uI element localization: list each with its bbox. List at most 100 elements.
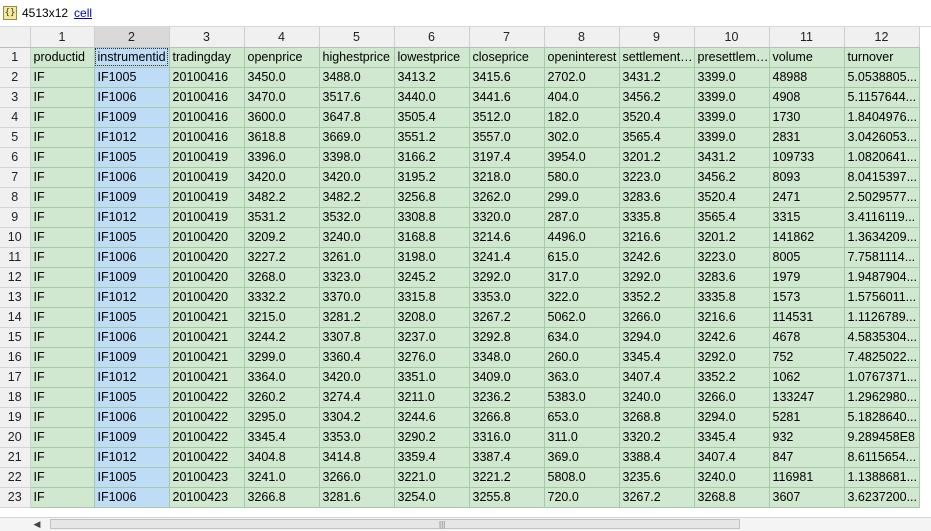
table-cell[interactable]: IF <box>30 107 95 128</box>
table-cell[interactable]: 8005 <box>769 247 845 268</box>
table-cell[interactable]: 1.8404976... <box>844 107 920 128</box>
table-cell[interactable]: 3413.2 <box>394 67 470 88</box>
table-cell[interactable]: 3266.0 <box>319 467 395 488</box>
table-cell[interactable]: 3551.2 <box>394 127 470 148</box>
column-header[interactable]: 8 <box>544 27 620 48</box>
table-cell[interactable]: 3241.4 <box>469 247 545 268</box>
table-cell[interactable]: IF1005 <box>94 147 170 168</box>
table-cell[interactable]: 3256.8 <box>394 187 470 208</box>
table-cell[interactable]: IF1005 <box>94 307 170 328</box>
table-cell[interactable]: 3274.4 <box>319 387 395 408</box>
table-cell[interactable]: 3308.8 <box>394 207 470 228</box>
table-cell[interactable]: 3398.0 <box>319 147 395 168</box>
table-cell[interactable]: 3266.8 <box>469 407 545 428</box>
table-cell[interactable]: 3268.0 <box>244 267 320 288</box>
table-cell[interactable]: 3294.0 <box>619 327 695 348</box>
table-cell[interactable]: lowestprice <box>394 47 470 68</box>
row-header[interactable]: 11 <box>0 247 31 268</box>
row-header[interactable]: 2 <box>0 67 31 88</box>
table-cell[interactable]: 1.3634209... <box>844 227 920 248</box>
table-cell[interactable]: productid <box>30 47 95 68</box>
table-cell[interactable]: 3268.8 <box>619 407 695 428</box>
table-cell[interactable]: IF1005 <box>94 227 170 248</box>
table-cell[interactable]: IF1012 <box>94 127 170 148</box>
table-cell[interactable]: 8.6115654... <box>844 447 920 468</box>
row-header[interactable]: 6 <box>0 147 31 168</box>
table-cell[interactable]: 48988 <box>769 67 845 88</box>
table-cell[interactable]: 7.4825022... <box>844 347 920 368</box>
table-cell[interactable]: 3370.0 <box>319 287 395 308</box>
row-header[interactable]: 19 <box>0 407 31 428</box>
table-cell[interactable]: 3198.0 <box>394 247 470 268</box>
table-cell[interactable]: 3201.2 <box>619 147 695 168</box>
table-cell[interactable]: 3399.0 <box>694 67 770 88</box>
table-cell[interactable]: 3221.2 <box>469 467 545 488</box>
table-cell[interactable]: 3292.0 <box>694 347 770 368</box>
table-cell[interactable]: 182.0 <box>544 107 620 128</box>
table-cell[interactable]: 3440.0 <box>394 87 470 108</box>
scroll-left-arrow-icon[interactable]: ◀ <box>30 518 44 531</box>
table-cell[interactable]: 3517.6 <box>319 87 395 108</box>
table-cell[interactable]: 3407.4 <box>619 367 695 388</box>
table-cell[interactable]: 3216.6 <box>619 227 695 248</box>
table-cell[interactable]: 3.0426053... <box>844 127 920 148</box>
row-header[interactable]: 10 <box>0 227 31 248</box>
table-cell[interactable]: 3647.8 <box>319 107 395 128</box>
table-cell[interactable]: 9.289458E8 <box>844 427 920 448</box>
table-cell[interactable]: 3241.0 <box>244 467 320 488</box>
table-cell[interactable]: 3565.4 <box>619 127 695 148</box>
row-header[interactable]: 3 <box>0 87 31 108</box>
table-cell[interactable]: 3197.4 <box>469 147 545 168</box>
table-cell[interactable]: IF <box>30 487 95 508</box>
table-cell[interactable]: 317.0 <box>544 267 620 288</box>
table-cell[interactable]: IF <box>30 227 95 248</box>
table-cell[interactable]: 3221.0 <box>394 467 470 488</box>
table-cell[interactable]: 20100422 <box>169 427 245 448</box>
table-cell[interactable]: IF1009 <box>94 107 170 128</box>
column-header[interactable]: 2 <box>94 27 170 48</box>
table-cell[interactable]: 1730 <box>769 107 845 128</box>
table-cell[interactable]: 3214.6 <box>469 227 545 248</box>
table-cell[interactable]: 3396.0 <box>244 147 320 168</box>
column-header[interactable]: 11 <box>769 27 845 48</box>
table-cell[interactable]: 3669.0 <box>319 127 395 148</box>
table-cell[interactable]: 20100416 <box>169 87 245 108</box>
table-cell[interactable]: 3245.2 <box>394 267 470 288</box>
column-header[interactable]: 7 <box>469 27 545 48</box>
table-cell[interactable]: 20100416 <box>169 127 245 148</box>
table-cell[interactable]: 3353.0 <box>469 287 545 308</box>
table-cell[interactable]: 653.0 <box>544 407 620 428</box>
column-header[interactable]: 10 <box>694 27 770 48</box>
table-cell[interactable]: 8.0415397... <box>844 167 920 188</box>
table-cell[interactable]: 3267.2 <box>469 307 545 328</box>
table-cell[interactable]: 3470.0 <box>244 87 320 108</box>
table-cell[interactable]: 3414.8 <box>319 447 395 468</box>
table-cell[interactable]: 3399.0 <box>694 127 770 148</box>
table-cell[interactable]: 3235.6 <box>619 467 695 488</box>
table-cell[interactable]: 5808.0 <box>544 467 620 488</box>
table-cell[interactable]: 580.0 <box>544 167 620 188</box>
table-cell[interactable]: 20100422 <box>169 387 245 408</box>
table-cell[interactable]: IF1005 <box>94 67 170 88</box>
table-cell[interactable]: 3456.2 <box>619 87 695 108</box>
table-cell[interactable]: 8093 <box>769 167 845 188</box>
table-cell[interactable]: 3323.0 <box>319 267 395 288</box>
table-cell[interactable]: 20100421 <box>169 347 245 368</box>
table-cell[interactable]: 1.1126789... <box>844 307 920 328</box>
table-cell[interactable]: 4908 <box>769 87 845 108</box>
table-cell[interactable]: 932 <box>769 427 845 448</box>
table-cell[interactable]: 1979 <box>769 267 845 288</box>
scrollbar-thumb[interactable]: ||| <box>50 519 740 529</box>
column-header[interactable]: 1 <box>30 27 95 48</box>
table-cell[interactable]: IF1006 <box>94 247 170 268</box>
table-cell[interactable]: 3261.0 <box>319 247 395 268</box>
table-cell[interactable]: 3292.0 <box>619 267 695 288</box>
table-cell[interactable]: IF <box>30 347 95 368</box>
table-cell[interactable]: 5.1828640... <box>844 407 920 428</box>
table-cell[interactable]: 3399.0 <box>694 107 770 128</box>
table-cell[interactable]: 3240.0 <box>694 467 770 488</box>
table-cell[interactable]: IF <box>30 147 95 168</box>
table-cell[interactable]: 3565.4 <box>694 207 770 228</box>
table-cell[interactable]: 5383.0 <box>544 387 620 408</box>
table-cell[interactable]: IF1005 <box>94 467 170 488</box>
